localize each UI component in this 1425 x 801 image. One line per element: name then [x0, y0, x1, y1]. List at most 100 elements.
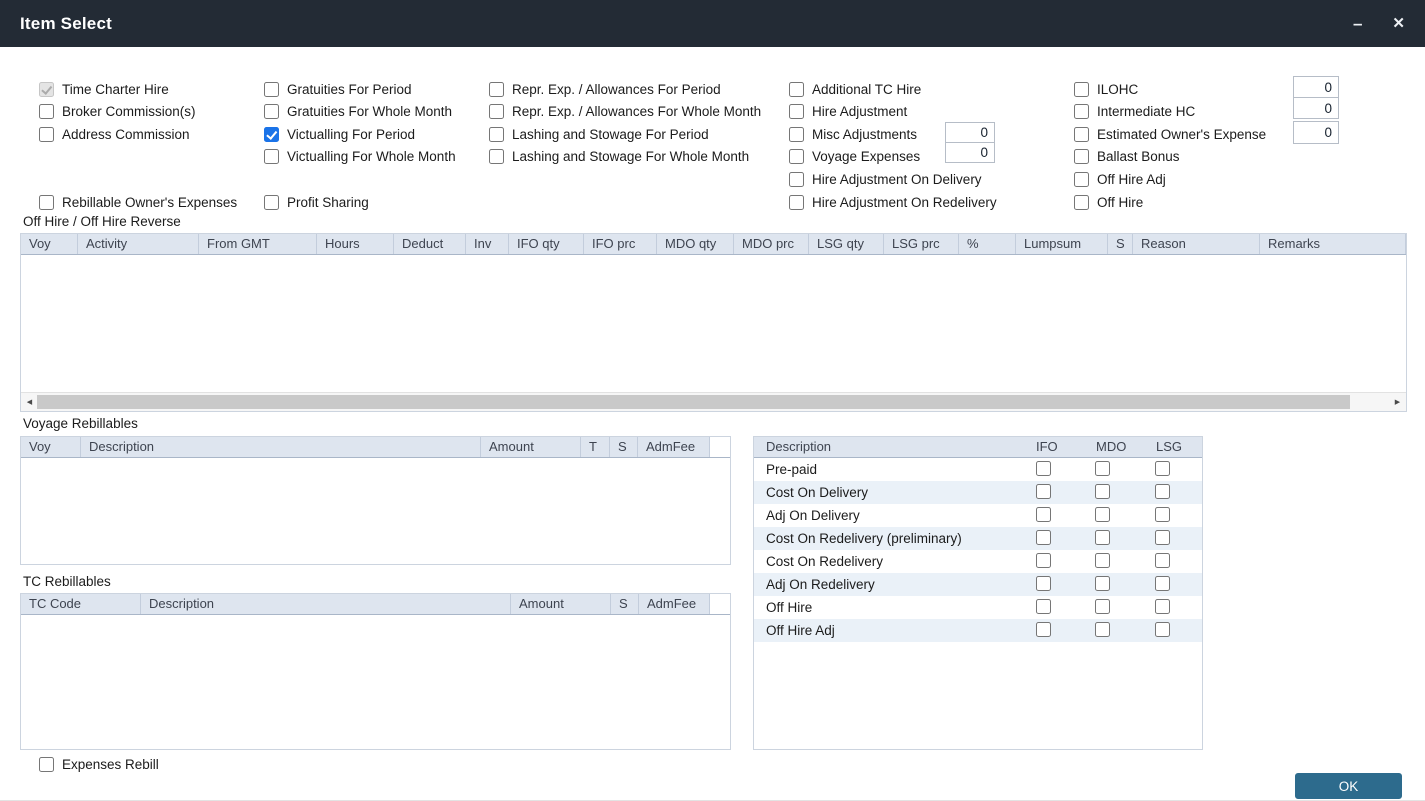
column-header-from-gmt[interactable]: From GMT [199, 234, 317, 254]
checkbox-time-charter-hire[interactable]: Time Charter Hire [39, 81, 169, 97]
checkbox-box[interactable] [789, 195, 804, 210]
checkbox-cost-on-redelivery-ifo[interactable] [1036, 553, 1051, 568]
checkbox-box[interactable] [789, 149, 804, 164]
checkbox-box[interactable] [789, 104, 804, 119]
column-header-activity[interactable]: Activity [78, 234, 199, 254]
column-header-lsg-prc[interactable]: LSG prc [884, 234, 959, 254]
column-header-ifo[interactable]: IFO [1024, 437, 1084, 457]
column-header-voy[interactable]: Voy [21, 234, 78, 254]
checkbox-box[interactable] [489, 127, 504, 142]
checkbox-cost-on-redelivery-mdo[interactable] [1095, 553, 1110, 568]
checkbox-cost-on-redelivery-preliminary-ifo[interactable] [1036, 530, 1051, 545]
checkbox-box[interactable] [264, 149, 279, 164]
column-header-description[interactable]: Description [141, 594, 511, 614]
checkbox-cost-on-delivery-ifo[interactable] [1036, 484, 1051, 499]
checkbox-hire-adjustment-on-redelivery[interactable]: Hire Adjustment On Redelivery [789, 194, 997, 210]
checkbox-off-hire-adj-lsg[interactable] [1155, 622, 1170, 637]
column-header-lsg[interactable]: LSG [1144, 437, 1204, 457]
checkbox-address-commission[interactable]: Address Commission [39, 126, 190, 142]
checkbox-box[interactable] [39, 757, 54, 772]
column-header-hours[interactable]: Hours [317, 234, 394, 254]
column-header-description[interactable]: Description [754, 437, 1024, 457]
checkbox-intermediate-hc[interactable]: Intermediate HC [1074, 104, 1195, 120]
checkbox-box[interactable] [789, 82, 804, 97]
checkbox-repr-exp-allowances-for-whole-month[interactable]: Repr. Exp. / Allowances For Whole Month [489, 104, 761, 120]
checkbox-box[interactable] [1074, 149, 1089, 164]
checkbox-expenses-rebill[interactable]: Expenses Rebill [39, 756, 159, 772]
horizontal-scrollbar[interactable]: ◀ ▶ [21, 392, 1406, 411]
checkbox-additional-tc-hire[interactable]: Additional TC Hire [789, 81, 921, 97]
checkbox-adj-on-delivery-mdo[interactable] [1095, 507, 1110, 522]
column-header-tc-code[interactable]: TC Code [21, 594, 141, 614]
ok-button[interactable]: OK [1295, 773, 1402, 799]
column-header-remarks[interactable]: Remarks [1260, 234, 1406, 254]
column-header-amount[interactable]: Amount [511, 594, 611, 614]
checkbox-pre-paid-ifo[interactable] [1036, 461, 1051, 476]
checkbox-off-hire-mdo[interactable] [1095, 599, 1110, 614]
column-header-mdo[interactable]: MDO [1084, 437, 1144, 457]
checkbox-cost-on-delivery-lsg[interactable] [1155, 484, 1170, 499]
estimated-owners-expense-value-input[interactable] [1293, 121, 1339, 144]
checkbox-box[interactable] [1074, 127, 1089, 142]
column-header-admfee[interactable]: AdmFee [638, 437, 710, 457]
checkbox-adj-on-redelivery-lsg[interactable] [1155, 576, 1170, 591]
checkbox-cost-on-redelivery-preliminary-mdo[interactable] [1095, 530, 1110, 545]
scroll-left-arrow-icon[interactable]: ◀ [22, 393, 37, 411]
column-header-deduct[interactable]: Deduct [394, 234, 466, 254]
column-header-admfee[interactable]: AdmFee [639, 594, 710, 614]
checkbox-box[interactable] [264, 127, 279, 142]
checkbox-box[interactable] [39, 195, 54, 210]
checkbox-gratuities-for-whole-month[interactable]: Gratuities For Whole Month [264, 104, 452, 120]
checkbox-adj-on-delivery-lsg[interactable] [1155, 507, 1170, 522]
checkbox-box[interactable] [1074, 82, 1089, 97]
column-header-t[interactable]: T [581, 437, 610, 457]
checkbox-broker-commission-s[interactable]: Broker Commission(s) [39, 104, 196, 120]
checkbox-box[interactable] [39, 127, 54, 142]
checkbox-adj-on-delivery-ifo[interactable] [1036, 507, 1051, 522]
checkbox-box[interactable] [264, 195, 279, 210]
checkbox-box[interactable] [39, 104, 54, 119]
column-header-lsg-qty[interactable]: LSG qty [809, 234, 884, 254]
checkbox-pre-paid-mdo[interactable] [1095, 461, 1110, 476]
checkbox-gratuities-for-period[interactable]: Gratuities For Period [264, 81, 412, 97]
scroll-right-arrow-icon[interactable]: ▶ [1390, 393, 1405, 411]
checkbox-victualling-for-whole-month[interactable]: Victualling For Whole Month [264, 149, 456, 165]
voyage-expenses-value-input[interactable] [945, 142, 995, 163]
checkbox-victualling-for-period[interactable]: Victualling For Period [264, 126, 415, 142]
checkbox-voyage-expenses[interactable]: Voyage Expenses [789, 149, 920, 165]
checkbox-profit-sharing[interactable]: Profit Sharing [264, 194, 369, 210]
checkbox-cost-on-delivery-mdo[interactable] [1095, 484, 1110, 499]
scrollbar-thumb[interactable] [37, 395, 1350, 409]
column-header-s[interactable]: S [610, 437, 638, 457]
checkbox-off-hire-ifo[interactable] [1036, 599, 1051, 614]
minimize-icon[interactable]: – [1353, 15, 1362, 32]
checkbox-cost-on-redelivery-preliminary-lsg[interactable] [1155, 530, 1170, 545]
checkbox-repr-exp-allowances-for-period[interactable]: Repr. Exp. / Allowances For Period [489, 81, 721, 97]
checkbox-off-hire-adj-mdo[interactable] [1095, 622, 1110, 637]
column-header-s[interactable]: S [611, 594, 639, 614]
close-icon[interactable]: ✕ [1392, 16, 1405, 31]
ilohc-value-input[interactable] [1293, 76, 1339, 98]
column-header-voy[interactable]: Voy [21, 437, 81, 457]
checkbox-estimated-owner-s-expense[interactable]: Estimated Owner's Expense [1074, 126, 1266, 142]
checkbox-hire-adjustment[interactable]: Hire Adjustment [789, 104, 907, 120]
column-header-inv[interactable]: Inv [466, 234, 509, 254]
checkbox-box[interactable] [264, 82, 279, 97]
checkbox-misc-adjustments[interactable]: Misc Adjustments [789, 126, 917, 142]
checkbox-box[interactable] [264, 104, 279, 119]
misc-adjustments-value-input[interactable] [945, 122, 995, 143]
checkbox-off-hire-lsg[interactable] [1155, 599, 1170, 614]
checkbox-rebillable-owner-s-expenses[interactable]: Rebillable Owner's Expenses [39, 194, 237, 210]
checkbox-hire-adjustment-on-delivery[interactable]: Hire Adjustment On Delivery [789, 171, 982, 187]
checkbox-off-hire-adj-ifo[interactable] [1036, 622, 1051, 637]
column-header-[interactable]: % [959, 234, 1016, 254]
checkbox-off-hire-adj[interactable]: Off Hire Adj [1074, 171, 1166, 187]
checkbox-box[interactable] [789, 127, 804, 142]
checkbox-adj-on-redelivery-ifo[interactable] [1036, 576, 1051, 591]
checkbox-box[interactable] [1074, 104, 1089, 119]
checkbox-adj-on-redelivery-mdo[interactable] [1095, 576, 1110, 591]
column-header-ifo-prc[interactable]: IFO prc [584, 234, 657, 254]
column-header-s[interactable]: S [1108, 234, 1133, 254]
checkbox-box[interactable] [1074, 195, 1089, 210]
column-header-description[interactable]: Description [81, 437, 481, 457]
